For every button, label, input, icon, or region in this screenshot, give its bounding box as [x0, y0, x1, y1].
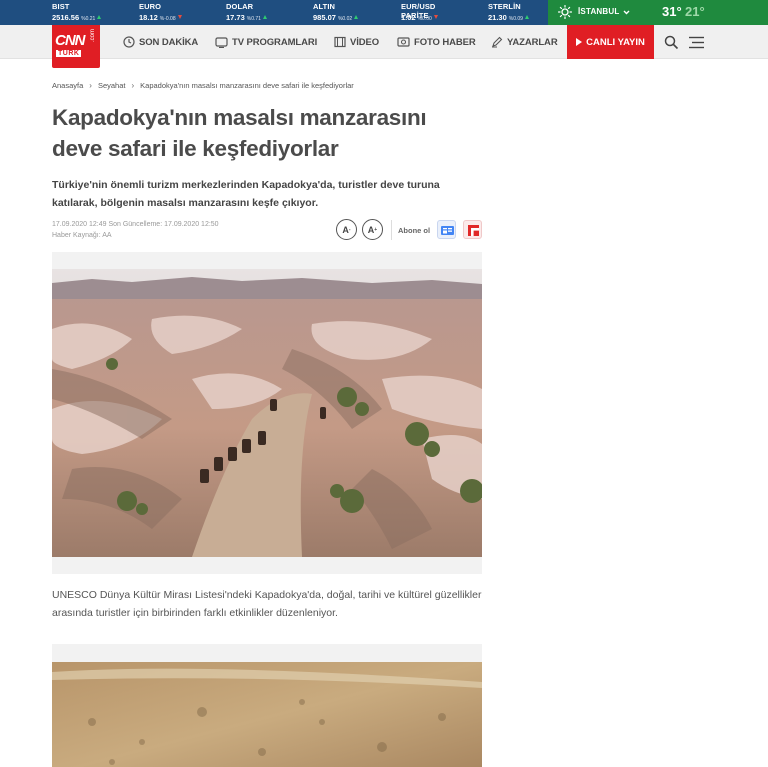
ticker-name: EURO — [139, 2, 162, 11]
article-image-2[interactable] — [52, 644, 482, 767]
cnn-turk-logo[interactable]: CNN TÜRK .com — [52, 25, 100, 68]
nav-tv-programlari[interactable]: TV PROGRAMLARI — [215, 25, 317, 59]
logo-turk-text: TÜRK — [56, 50, 82, 57]
pen-icon — [492, 36, 503, 48]
breadcrumb-current: Kapadokya'nın masalsı manzarasını deve s… — [140, 81, 354, 90]
article-title: Kapadokya'nın masalsı manzarasını deve s… — [52, 105, 427, 161]
chevron-right-icon: › — [131, 81, 135, 90]
nav-label: VİDEO — [350, 36, 380, 48]
subscribe-label: Abone ol — [398, 226, 431, 235]
chevron-down-icon[interactable] — [622, 8, 631, 17]
nav-yazarlar[interactable]: YAZARLAR — [491, 25, 558, 59]
nav-label: SON DAKİKA — [139, 36, 199, 48]
breadcrumb-category[interactable]: Seyahat — [98, 81, 126, 90]
breadcrumb: Anasayfa › Seyahat › Kapadokya'nın masal… — [52, 81, 354, 90]
flipboard-icon — [468, 225, 479, 236]
chevron-right-icon: › — [89, 81, 92, 90]
menu-icon[interactable] — [689, 36, 704, 49]
arrow-up-icon — [97, 15, 102, 19]
ticker-name: BIST — [52, 2, 70, 11]
article-date: 17.09.2020 12:49 Son Güncelleme: 17.09.2… — [52, 221, 219, 228]
cappadocia-aerial-image — [52, 662, 482, 767]
search-icon[interactable] — [664, 35, 679, 50]
play-icon — [576, 38, 583, 46]
ticker-name: STERLİN — [488, 2, 521, 11]
arrow-up-icon — [354, 15, 359, 19]
article-paragraph: UNESCO Dünya Kültür Mirası Listesi'ndeki… — [52, 589, 482, 619]
clock-icon — [123, 36, 135, 48]
tv-icon — [215, 37, 228, 48]
article-source: Haber Kaynağı: AA — [52, 232, 112, 239]
arrow-up-icon — [262, 15, 267, 19]
nav-foto-haber[interactable]: FOTO HABER — [397, 25, 476, 59]
video-icon — [334, 36, 346, 48]
ticker-value: 21.30 %0.09 — [488, 13, 529, 22]
ticker-value: 18.12 %-0.08 — [139, 13, 182, 22]
cappadocia-landscape-image — [52, 269, 482, 557]
weather-high: 31° — [662, 4, 682, 19]
live-broadcast-button[interactable]: CANLI YAYIN — [567, 25, 654, 59]
main-nav: SON DAKİKA TV PROGRAMLARI VİDEO FOTO HAB… — [0, 25, 768, 59]
nav-label: FOTO HABER — [414, 36, 476, 48]
google-news-button[interactable] — [437, 220, 456, 239]
article-summary: Türkiye'nin önemli turizm merkezlerinden… — [52, 179, 440, 209]
divider — [391, 220, 392, 240]
ticker-value: 2516.56 %0.21 — [52, 13, 102, 22]
logo-cnn-text: CNN — [55, 32, 85, 49]
ticker-name: ALTIN — [313, 2, 336, 11]
weather-low: 21° — [685, 4, 705, 19]
flipboard-button[interactable] — [463, 220, 482, 239]
sun-icon — [558, 5, 572, 19]
ticker-value: 1.02 %0.00 — [401, 13, 438, 22]
google-news-icon — [441, 226, 454, 235]
ticker-value: 985.07 %0.02 — [313, 13, 359, 22]
arrow-down-icon — [177, 15, 182, 19]
nav-video[interactable]: VİDEO — [334, 25, 379, 59]
nav-label: TV PROGRAMLARI — [232, 36, 318, 48]
nav-label: YAZARLAR — [507, 36, 558, 48]
nav-son-dakika[interactable]: SON DAKİKA — [123, 25, 198, 59]
weather-widget[interactable]: İSTANBUL 31° 21° — [548, 0, 768, 25]
photo-icon — [397, 37, 410, 47]
article-image-1[interactable] — [52, 252, 482, 574]
weather-city[interactable]: İSTANBUL — [578, 7, 619, 16]
ticker-name: DOLAR — [226, 2, 254, 11]
logo-com-text: .com — [90, 29, 96, 43]
live-label: CANLI YAYIN — [586, 36, 645, 48]
arrow-down-icon — [433, 15, 438, 19]
font-decrease-button[interactable]: A- — [336, 219, 357, 240]
arrow-up-icon — [524, 15, 529, 19]
font-increase-button[interactable]: A + — [362, 219, 383, 240]
breadcrumb-home[interactable]: Anasayfa — [52, 81, 83, 90]
market-ticker: BIST 2516.56 %0.21 EURO 18.12 %-0.08 DOLAR… — [0, 0, 768, 25]
ticker-value: 17.73 %0.71 — [226, 13, 267, 22]
